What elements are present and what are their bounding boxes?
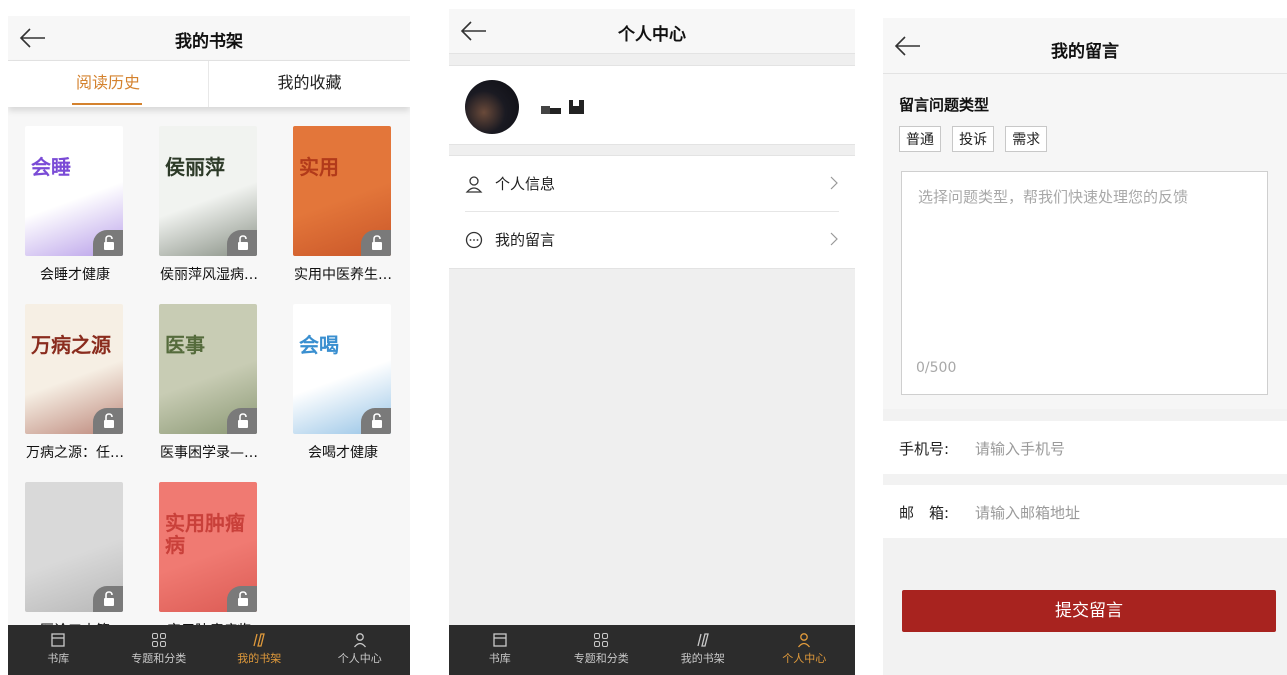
email-field[interactable]: 邮 箱: 请输入邮箱地址 [883, 485, 1287, 538]
chevron-right-icon [830, 232, 838, 246]
tabbar-label: 我的书架 [680, 652, 725, 665]
book-cover[interactable] [25, 482, 123, 612]
phone-label: 手机号: [899, 440, 950, 458]
person-icon [465, 176, 483, 193]
cover-text: 会喝 [299, 333, 339, 357]
profile-header: 个人中心 [449, 9, 855, 54]
book-cover[interactable]: 会喝 [293, 304, 391, 434]
avatar[interactable] [465, 80, 519, 134]
tabbar-item-profile[interactable]: 个人中心 [754, 625, 856, 675]
tab-favorites[interactable]: 我的收藏 [209, 61, 410, 107]
unlock-icon [227, 230, 257, 256]
tabbar-item-categories[interactable]: 专题和分类 [109, 625, 210, 675]
book-title: 医事困学录—… [160, 445, 258, 461]
tabbar-item-bookshelf[interactable]: 我的书架 [209, 625, 310, 675]
tabbar-label: 书库 [47, 652, 70, 665]
tabbar-item-library[interactable]: 书库 [8, 625, 109, 675]
tabbar-label: 专题和分类 [573, 652, 629, 665]
question-type-label: 留言问题类型 [899, 96, 990, 114]
chat-bubble-icon [465, 231, 483, 249]
menu-item-my-messages[interactable]: 我的留言 [465, 212, 839, 268]
book-title: 会睡才健康 [40, 267, 110, 283]
unlock-icon [227, 408, 257, 434]
books-icon [253, 633, 266, 647]
bookshelf-screen: 我的书架 阅读历史 我的收藏 会睡会睡才健康 侯丽萍侯丽萍风湿病… 实用实用中医养生… [8, 16, 410, 675]
tabbar-item-library[interactable]: 书库 [449, 625, 551, 675]
library-icon [51, 633, 65, 647]
profile-screen: 个人中心 个人信息 我的留言 书库 专题和分类 我的书架 个人中心 [449, 9, 855, 675]
unlock-icon [93, 408, 123, 434]
menu-item-personal-info[interactable]: 个人信息 [465, 156, 839, 212]
tabbar-label: 个人中心 [782, 652, 827, 665]
chevron-right-icon [830, 176, 838, 190]
person-icon [353, 633, 366, 648]
menu-item-label: 我的留言 [495, 231, 556, 249]
book-title: 侯丽萍风湿病… [160, 267, 258, 283]
unlock-icon [227, 586, 257, 612]
book-title: 实用中医养生… [294, 267, 392, 283]
email-label: 邮 箱: [899, 504, 950, 522]
cover-text: 实用 [299, 155, 339, 179]
cover-text: 万病之源 [31, 333, 111, 357]
tabbar-label: 专题和分类 [131, 652, 187, 665]
message-placeholder: 选择问题类型，帮我们快速处理您的反馈 [918, 188, 1189, 206]
bottom-tabbar: 书库 专题和分类 我的书架 个人中心 [8, 625, 410, 675]
phone-input[interactable]: 请输入手机号 [975, 438, 1065, 459]
grid-icon [594, 633, 609, 647]
book-cover[interactable]: 万病之源 [25, 304, 123, 434]
email-input[interactable]: 请输入邮箱地址 [975, 502, 1080, 523]
books-icon [697, 633, 709, 647]
tab-label: 我的收藏 [277, 73, 342, 92]
book-title: 会喝才健康 [308, 445, 378, 461]
tab-label: 阅读历史 [75, 73, 140, 92]
book-cover[interactable]: 会睡 [25, 126, 123, 256]
active-tab-underline [72, 103, 142, 105]
page-title: 我的书架 [175, 32, 243, 52]
unlock-icon [93, 586, 123, 612]
page-title: 个人中心 [618, 25, 686, 45]
tabbar-item-bookshelf[interactable]: 我的书架 [652, 625, 754, 675]
char-counter: 0/500 [916, 360, 957, 376]
unlock-icon [361, 408, 391, 434]
message-screen: 我的留言 留言问题类型 普通 投诉 需求 选择问题类型，帮我们快速处理您的反馈 … [883, 18, 1287, 675]
library-icon [493, 633, 507, 647]
cover-text: 医事 [165, 333, 205, 357]
book-title: 万病之源：任… [26, 445, 124, 461]
tabbar-item-profile[interactable]: 个人中心 [310, 625, 411, 675]
cover-text: 会睡 [31, 155, 71, 179]
message-form: 留言问题类型 普通 投诉 需求 选择问题类型，帮我们快速处理您的反馈 0/500 [883, 74, 1287, 409]
user-card[interactable] [449, 65, 855, 145]
page-title: 我的留言 [1051, 42, 1119, 62]
type-option-complaint[interactable]: 投诉 [952, 126, 995, 152]
phone-field[interactable]: 手机号: 请输入手机号 [883, 421, 1287, 474]
submit-message-button[interactable]: 提交留言 [902, 590, 1276, 632]
menu-item-label: 个人信息 [495, 175, 556, 193]
bottom-tabbar: 书库 专题和分类 我的书架 个人中心 [449, 625, 855, 675]
type-option-request[interactable]: 需求 [1005, 126, 1048, 152]
tabbar-label: 个人中心 [337, 652, 382, 665]
tabbar-label: 书库 [488, 652, 511, 665]
profile-menu: 个人信息 我的留言 [449, 155, 855, 269]
person-icon [798, 633, 811, 648]
cover-text: 实用肿瘤病 [165, 511, 245, 557]
bookshelf-tabs: 阅读历史 我的收藏 [8, 61, 410, 107]
message-textarea[interactable]: 选择问题类型，帮我们快速处理您的反馈 0/500 [901, 171, 1268, 395]
book-cover[interactable]: 侯丽萍 [159, 126, 257, 256]
bookshelf-header: 我的书架 [8, 16, 410, 61]
unlock-icon [93, 230, 123, 256]
book-cover[interactable]: 实用 [293, 126, 391, 256]
tabbar-item-categories[interactable]: 专题和分类 [551, 625, 653, 675]
question-type-options: 普通 投诉 需求 [899, 126, 1053, 152]
unlock-icon [361, 230, 391, 256]
cover-text: 侯丽萍 [165, 155, 225, 179]
book-cover[interactable]: 实用肿瘤病 [159, 482, 257, 612]
message-header: 我的留言 [883, 18, 1287, 74]
type-option-normal[interactable]: 普通 [899, 126, 941, 152]
book-cover[interactable]: 医事 [159, 304, 257, 434]
tab-reading-history[interactable]: 阅读历史 [8, 61, 209, 107]
tabbar-label: 我的书架 [237, 652, 282, 665]
grid-icon [151, 633, 166, 647]
username-redacted [541, 100, 584, 114]
